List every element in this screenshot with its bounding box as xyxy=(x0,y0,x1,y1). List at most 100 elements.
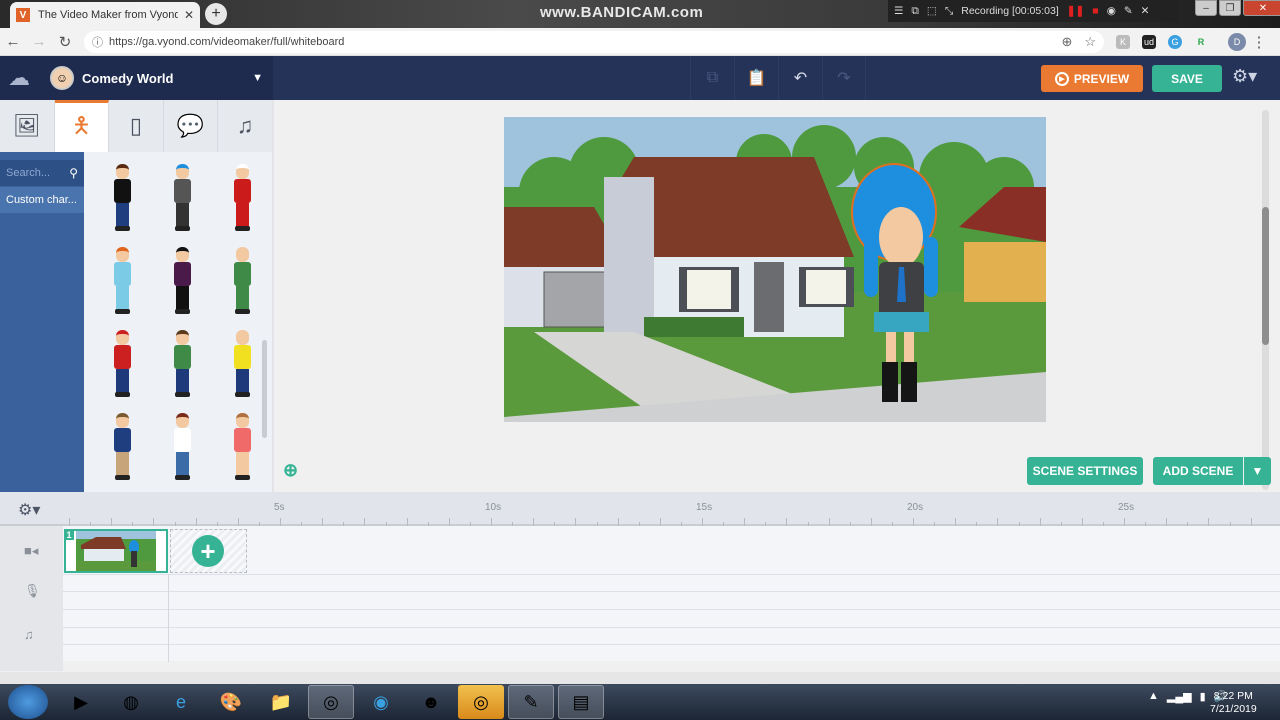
browser-tab[interactable]: V The Video Maker from Vyond - M ✕ xyxy=(10,2,200,28)
character-thumbnail[interactable] xyxy=(154,164,210,247)
tab-characters[interactable]: 🯅 xyxy=(54,100,110,152)
character-thumbnail[interactable] xyxy=(214,164,270,247)
search-input[interactable]: Search... ⚲ xyxy=(0,160,84,186)
chrome-icon[interactable]: ◎ xyxy=(308,685,354,719)
character-thumbnail[interactable] xyxy=(94,164,150,247)
show-hidden-icons[interactable]: ▲ xyxy=(1148,690,1159,703)
character-thumbnail[interactable] xyxy=(94,413,150,496)
undo-icon[interactable]: ↶ xyxy=(778,56,822,100)
extension-icon[interactable]: R xyxy=(1194,35,1208,49)
pencil-icon[interactable]: ✎ xyxy=(1124,5,1133,17)
character-thumbnail[interactable] xyxy=(94,330,150,413)
chevron-down-icon[interactable]: ▼ xyxy=(252,72,263,84)
chrome-menu-icon[interactable]: ⋮ xyxy=(1246,33,1272,51)
extension-icon[interactable]: ud xyxy=(1142,34,1156,49)
close-window-button[interactable]: ✕ xyxy=(1243,0,1280,16)
new-tab-button[interactable]: + xyxy=(205,3,227,25)
camera-icon[interactable]: ◉ xyxy=(1107,5,1116,17)
timeline-settings-gear-icon[interactable]: ⚙▾ xyxy=(18,500,40,520)
minimize-button[interactable]: – xyxy=(1195,0,1217,16)
timeline-ruler[interactable] xyxy=(0,492,1280,526)
chat-app-icon[interactable]: ☻ xyxy=(408,685,454,719)
menu-icon[interactable]: ☰ xyxy=(894,5,903,17)
battery-icon[interactable]: ▮ xyxy=(1200,690,1206,703)
stage-scroll-thumb[interactable] xyxy=(1262,207,1269,345)
paint-icon[interactable]: 🎨 xyxy=(208,685,254,719)
sticky-notes-icon[interactable]: ▤ xyxy=(558,685,604,719)
character-thumbnail[interactable] xyxy=(154,247,210,330)
cloud-upload-icon[interactable]: ☁ xyxy=(8,65,30,91)
character-thumbnail[interactable] xyxy=(94,247,150,330)
panel-divider xyxy=(272,100,274,492)
redo-icon[interactable]: ↷ xyxy=(822,56,866,100)
restore-button[interactable]: ❐ xyxy=(1219,0,1241,16)
hp-icon[interactable]: ◍ xyxy=(108,685,154,719)
back-icon[interactable]: ← xyxy=(0,33,26,50)
character-figure xyxy=(111,164,133,232)
tab-text[interactable]: 💬 xyxy=(164,100,219,152)
image-icon: 🖼 xyxy=(12,113,41,138)
chromium-icon[interactable]: ◎ xyxy=(458,685,504,719)
character-thumbnail[interactable] xyxy=(154,330,210,413)
character-thumbnail[interactable] xyxy=(154,413,210,496)
copy-icon[interactable]: ⧉ xyxy=(690,56,734,100)
extension-icon[interactable]: K xyxy=(1116,34,1130,49)
info-icon[interactable]: ⓘ xyxy=(92,34,103,50)
internet-explorer-icon[interactable]: e xyxy=(158,685,204,719)
category-item-custom-characters[interactable]: Custom char... xyxy=(0,187,84,213)
ruler-tick xyxy=(1124,518,1125,526)
forward-icon[interactable]: → xyxy=(26,33,52,50)
character-thumbnail[interactable] xyxy=(214,247,270,330)
save-button[interactable]: SAVE xyxy=(1152,65,1222,92)
preview-button[interactable]: ▶ PREVIEW xyxy=(1041,65,1143,92)
ruler-tick xyxy=(406,518,408,526)
stop-icon[interactable]: ■ xyxy=(1092,5,1098,17)
tab-props[interactable]: ▯ xyxy=(109,100,164,152)
region-icon[interactable]: ⬚ xyxy=(927,5,937,17)
theme-avatar: ☺ xyxy=(50,66,74,90)
tab-title: The Video Maker from Vyond - M xyxy=(38,9,178,21)
scene-illustration xyxy=(504,117,1046,422)
add-scene-plus-icon[interactable]: + xyxy=(192,535,224,567)
scene-thumbnail[interactable] xyxy=(64,529,168,573)
recorder-bar: ☰ ⧉ ⬚ ⤡ Recording [00:05:03] ❚❚ ■ ◉ ✎ ✕ xyxy=(888,0,1178,22)
bookmark-star-icon[interactable]: ☆ xyxy=(1084,34,1096,50)
speech-bubble-icon: 💬 xyxy=(176,113,205,138)
fullscreen-region-icon[interactable]: ⤡ xyxy=(945,5,953,18)
horizontal-scrollbar[interactable] xyxy=(0,672,1280,684)
settings-gear-icon[interactable]: ⚙▾ xyxy=(1232,66,1257,87)
ruler-tick xyxy=(448,518,450,526)
app-icon[interactable]: ◉ xyxy=(358,685,404,719)
scene-settings-button[interactable]: SCENE SETTINGS xyxy=(1027,457,1143,485)
scene-boundary xyxy=(168,574,169,662)
media-player-icon[interactable]: ▶ xyxy=(58,685,104,719)
add-scene-dropdown-icon[interactable]: ▼ xyxy=(1244,457,1271,485)
extension-icon[interactable]: G xyxy=(1168,34,1182,49)
window-mode-icon[interactable]: ⧉ xyxy=(911,5,919,18)
track-divider xyxy=(63,609,1280,610)
search-icon[interactable]: ⚲ xyxy=(69,166,78,180)
pause-icon[interactable]: ❚❚ xyxy=(1067,5,1085,17)
close-recorder-icon[interactable]: ✕ xyxy=(1141,5,1150,17)
reload-icon[interactable]: ↻ xyxy=(52,33,78,51)
url-input[interactable]: ⓘ https://ga.vyond.com/videomaker/full/w… xyxy=(84,30,1104,53)
add-scene-button[interactable]: ADD SCENE xyxy=(1153,457,1243,485)
tab-backgrounds[interactable]: 🖼 xyxy=(0,100,55,152)
tab-audio[interactable]: ♫ xyxy=(218,100,273,152)
stage-canvas[interactable] xyxy=(504,117,1046,422)
notepad-icon[interactable]: ✎ xyxy=(508,685,554,719)
close-tab-icon[interactable]: ✕ xyxy=(184,8,194,22)
theme-selector[interactable]: ☁ ☺ Comedy World ▼ xyxy=(0,56,273,100)
recording-status: Recording [00:05:03] xyxy=(961,5,1059,17)
vyond-favicon-icon: V xyxy=(16,8,30,22)
character-list-scrollbar[interactable] xyxy=(262,340,267,438)
profile-avatar[interactable]: D xyxy=(1228,32,1246,51)
network-icon[interactable]: ▂▄▆ xyxy=(1167,690,1192,703)
zoom-icon[interactable]: ⊕ xyxy=(1061,34,1072,50)
start-button[interactable] xyxy=(8,685,48,719)
zoom-in-icon[interactable]: ⊕ xyxy=(283,460,298,481)
paste-icon[interactable]: 📋 xyxy=(734,56,778,100)
system-clock[interactable]: 8:22 PM 7/21/2019 xyxy=(1210,690,1257,716)
file-explorer-icon[interactable]: 📁 xyxy=(258,685,304,719)
character-figure xyxy=(111,413,133,481)
